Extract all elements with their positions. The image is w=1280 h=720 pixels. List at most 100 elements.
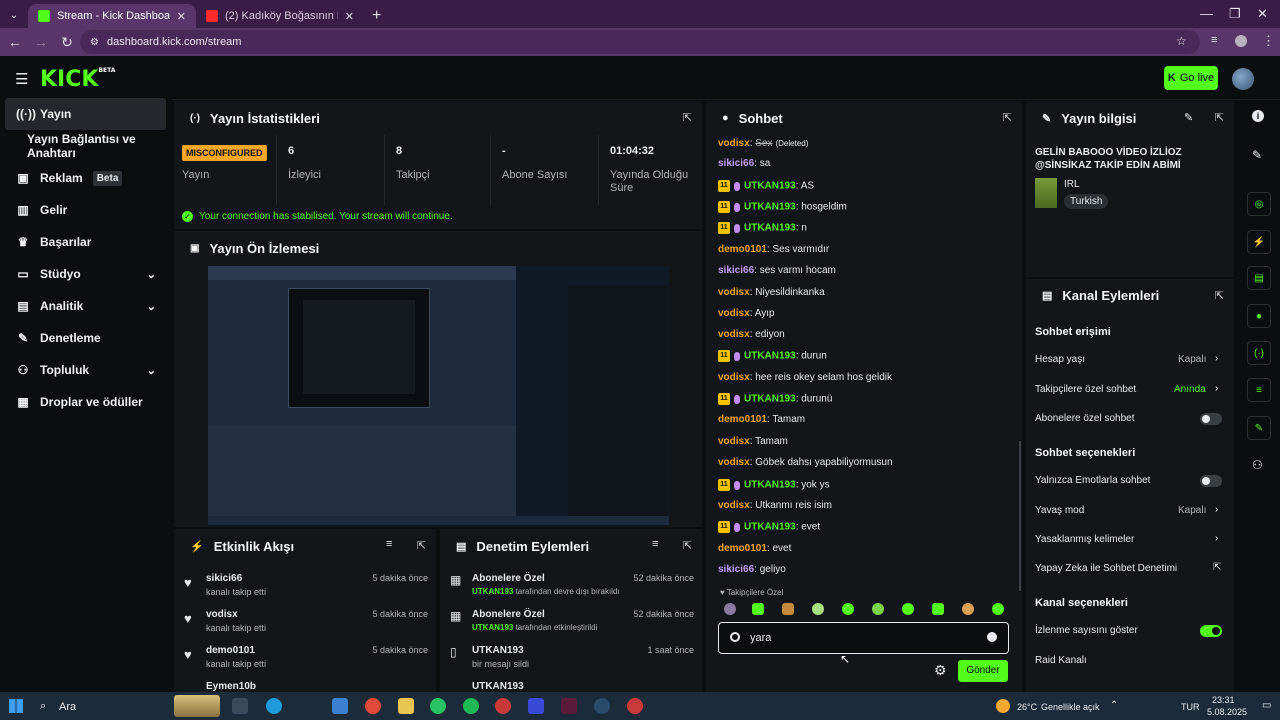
chrome-icon[interactable]	[365, 698, 381, 714]
expand-icon[interactable]: ⇱	[1215, 111, 1224, 124]
search-icon[interactable]: ⌕	[40, 700, 46, 713]
sidebar-item-reklam[interactable]: ▣ Reklam Beta	[0, 162, 172, 194]
chat-username[interactable]: vodisx	[718, 372, 750, 383]
chat-username[interactable]: UTKAN193	[744, 223, 796, 234]
chat-username[interactable]: vodisx	[718, 436, 750, 447]
show-viewers-toggle[interactable]	[1200, 625, 1222, 637]
spotify-icon[interactable]	[463, 698, 479, 714]
expand-icon[interactable]: ⇱	[1215, 289, 1224, 302]
chat-username[interactable]: UTKAN193	[744, 522, 796, 533]
clipboard-widget-icon[interactable]: ▤	[1247, 266, 1271, 290]
edit-icon[interactable]: ✎	[1184, 111, 1193, 124]
chat-username[interactable]: vodisx	[718, 138, 750, 149]
emote-only-toggle[interactable]	[1200, 475, 1222, 487]
chat-username[interactable]: UTKAN193	[744, 202, 796, 213]
expand-icon[interactable]: ⇱	[1003, 111, 1012, 124]
followers-chat-value[interactable]: Anında	[1174, 384, 1206, 395]
emote-icon[interactable]	[752, 603, 764, 615]
notification-icon[interactable]: ▭	[1262, 700, 1271, 711]
chat-username[interactable]: UTKAN193	[744, 394, 796, 405]
emote-icon[interactable]	[932, 603, 944, 615]
stream-preview-video[interactable]	[208, 266, 669, 525]
community-widget-icon[interactable]: ⚇	[1252, 458, 1263, 472]
url-field[interactable]: ⚙ dashboard.kick.com/stream	[80, 30, 1200, 54]
chat-username[interactable]: UTKAN193	[744, 480, 796, 491]
account-age-value[interactable]: Kapalı	[1178, 354, 1206, 365]
chevron-right-icon[interactable]: ›	[1215, 533, 1218, 544]
explorer-icon[interactable]	[398, 698, 414, 714]
emote-icon[interactable]	[842, 603, 854, 615]
sidebar-item-stream-key[interactable]: Yayın Bağlantısı ve Anahtarı	[0, 130, 172, 162]
app-icon[interactable]	[561, 698, 577, 714]
chat-username[interactable]: demo0101	[718, 244, 767, 255]
chat-username[interactable]: UTKAN193	[744, 181, 796, 192]
slow-mode-label[interactable]: Yavaş mod	[1035, 505, 1084, 516]
camera-widget-icon[interactable]: ◎	[1247, 192, 1271, 216]
raid-channel-label[interactable]: Raid Kanalı	[1035, 655, 1087, 666]
more-menu-icon[interactable]: ⋮	[1262, 33, 1275, 49]
sidebar-item-gelir[interactable]: ▥ Gelir	[0, 194, 172, 226]
chevron-right-icon[interactable]: ›	[1215, 504, 1218, 515]
taskbar-news-icon[interactable]	[174, 695, 220, 717]
bookmark-star-icon[interactable]: ☆	[1176, 34, 1187, 48]
sidebar-item-analitik[interactable]: ▤ Analitik ⌄	[0, 290, 172, 322]
tab-kick-dashboard[interactable]: Stream - Kick Dashboard ✕	[28, 4, 196, 28]
app-icon[interactable]	[495, 698, 511, 714]
emote-icon[interactable]	[902, 603, 914, 615]
taskbar-search-text[interactable]: Ara	[59, 701, 76, 713]
wrench-widget-icon[interactable]: ✎	[1247, 416, 1271, 440]
expand-icon[interactable]: ⇱	[417, 539, 426, 552]
maximize-icon[interactable]: ❐	[1229, 6, 1241, 22]
site-info-icon[interactable]: ⚙	[90, 37, 99, 48]
list-widget-icon[interactable]: ≡	[1247, 378, 1271, 402]
chat-username[interactable]: vodisx	[718, 308, 750, 319]
emote-icon[interactable]	[812, 603, 824, 615]
chat-username[interactable]: demo0101	[718, 414, 767, 425]
filter-icon[interactable]: ≡	[652, 538, 658, 550]
clock-time[interactable]: 23:31	[1212, 695, 1235, 705]
broadcast-widget-icon[interactable]: (·)	[1247, 341, 1271, 365]
lightning-widget-icon[interactable]: ⚡	[1247, 230, 1271, 254]
emote-icon[interactable]	[724, 603, 736, 615]
slow-mode-value[interactable]: Kapalı	[1178, 505, 1206, 516]
minimize-icon[interactable]: —	[1200, 6, 1213, 21]
language-indicator[interactable]: TUR	[1181, 702, 1200, 712]
subs-chat-toggle[interactable]	[1200, 413, 1222, 425]
emote-icon[interactable]	[992, 603, 1004, 615]
sidebar-item-yayin[interactable]: ((·)) Yayın	[5, 98, 166, 130]
chat-input[interactable]: yara	[718, 622, 1009, 654]
reading-list-icon[interactable]: ≡	[1211, 34, 1217, 46]
chevron-right-icon[interactable]: ›	[1215, 383, 1218, 394]
hamburger-menu-icon[interactable]: ☰	[15, 70, 28, 88]
chat-settings-icon[interactable]: ⚙	[934, 662, 947, 679]
emote-icon[interactable]	[872, 603, 884, 615]
tab-menu-icon[interactable]: ⌄	[0, 4, 28, 28]
banned-words-label[interactable]: Yasaklanmış kelimeler	[1035, 534, 1134, 545]
forward-icon[interactable]: →	[28, 34, 54, 50]
chat-username[interactable]: vodisx	[718, 329, 750, 340]
windows-start-icon[interactable]	[9, 699, 23, 713]
back-icon[interactable]: ←	[2, 34, 28, 50]
chat-widget-icon[interactable]: ●	[1247, 304, 1271, 328]
send-button[interactable]: Gönder	[958, 660, 1008, 682]
obs-icon[interactable]	[627, 698, 643, 714]
close-icon[interactable]: ✕	[177, 10, 186, 23]
kick-logo[interactable]: KICKBETA	[40, 67, 115, 92]
store-icon[interactable]	[332, 698, 348, 714]
whatsapp-icon[interactable]	[430, 698, 446, 714]
profile-icon[interactable]	[1235, 35, 1247, 47]
sidebar-item-denetleme[interactable]: ✎ Denetleme	[0, 322, 172, 354]
reload-icon[interactable]: ↻	[54, 34, 80, 51]
chat-username[interactable]: UTKAN193	[744, 351, 796, 362]
chat-username[interactable]: vodisx	[718, 500, 750, 511]
followers-chat-label[interactable]: Takipçilere özel sohbet	[1035, 384, 1136, 395]
window-close-icon[interactable]: ✕	[1257, 6, 1268, 22]
pen-icon[interactable]: ✎	[1252, 148, 1262, 162]
weather-text[interactable]: Genellikle açık	[1041, 702, 1100, 712]
sidebar-item-basarilar[interactable]: ♛ Başarılar	[0, 226, 172, 258]
tab-youtube[interactable]: (2) Kadıköy Boğasının En Sevdiği... ✕	[196, 4, 364, 28]
emote-icon[interactable]	[782, 603, 794, 615]
edge-icon[interactable]	[266, 698, 282, 714]
chat-username[interactable]: demo0101	[718, 543, 767, 554]
chat-username[interactable]: vodisx	[718, 287, 750, 298]
